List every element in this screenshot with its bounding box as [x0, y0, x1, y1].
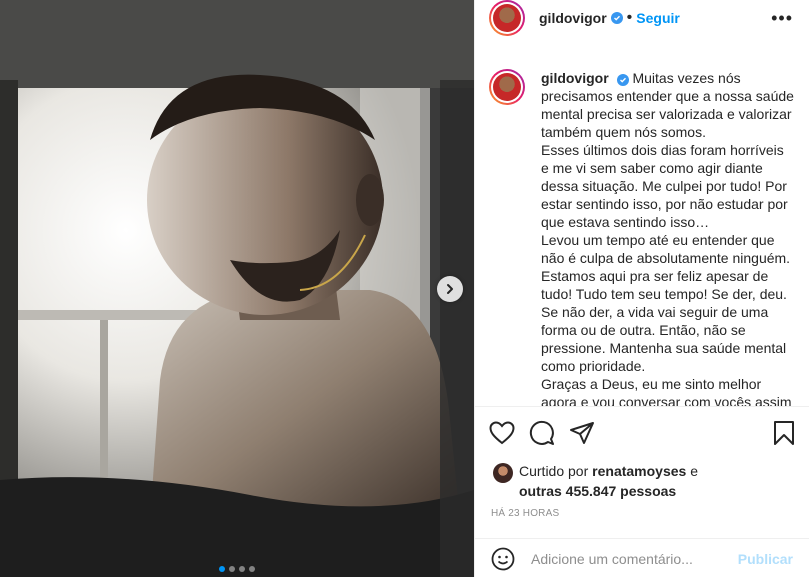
likes-prefix: Curtido por — [519, 463, 589, 479]
comment-input[interactable] — [529, 549, 738, 568]
comment-button[interactable] — [529, 420, 555, 446]
bookmark-icon — [774, 421, 794, 445]
author-avatar[interactable] — [489, 0, 525, 36]
caption-body: Muitas vezes nós precisamos entender que… — [541, 70, 794, 407]
post-timestamp[interactable]: HÁ 23 HORAS — [491, 508, 559, 519]
heart-icon — [489, 421, 515, 445]
like-button[interactable] — [489, 421, 515, 445]
likes-count-link[interactable]: outras 455.847 pessoas — [519, 483, 676, 499]
header-user-block: gildovigor • Seguir — [539, 9, 680, 27]
follow-button[interactable]: Seguir — [636, 10, 680, 26]
avatar-frame — [491, 2, 523, 34]
comment-bar: Publicar — [475, 538, 809, 578]
header-separator: • — [626, 9, 633, 26]
chevron-right-icon — [447, 284, 453, 294]
post-photo[interactable] — [0, 0, 474, 577]
carousel-dot-active — [219, 566, 225, 572]
caption-section: gildovigor Muitas vezes nós precisamos e… — [475, 55, 809, 407]
carousel-next-button[interactable] — [437, 276, 463, 302]
emoji-icon — [491, 547, 515, 570]
post-actions — [489, 418, 795, 448]
avatar-frame — [491, 71, 523, 103]
share-icon — [570, 422, 594, 444]
caption-username[interactable]: gildovigor — [541, 70, 609, 86]
carousel-indicator — [0, 566, 474, 572]
liker-username[interactable]: renatamoyses — [592, 463, 686, 479]
post-header: gildovigor • Seguir ••• — [475, 0, 809, 36]
author-username[interactable]: gildovigor — [539, 10, 607, 26]
caption-author-avatar[interactable] — [489, 69, 525, 105]
more-options-icon[interactable]: ••• — [771, 8, 793, 29]
emoji-button[interactable] — [491, 547, 515, 571]
likes-text: Curtido por renatamoyses e outras 455.84… — [519, 461, 698, 501]
carousel-dot — [229, 566, 235, 572]
likes-summary: Curtido por renatamoyses e outras 455.84… — [493, 461, 795, 501]
carousel-dot — [239, 566, 245, 572]
post-side-panel: gildovigor • Seguir ••• gildovigor Muita… — [474, 0, 809, 577]
save-button[interactable] — [773, 420, 795, 446]
publish-button[interactable]: Publicar — [738, 551, 793, 567]
post-caption: gildovigor Muitas vezes nós precisamos e… — [541, 69, 795, 407]
comment-icon — [529, 420, 554, 445]
avatar-image — [493, 73, 521, 101]
verified-icon — [616, 74, 629, 86]
photo-illustration — [0, 0, 474, 577]
avatar-image — [493, 4, 521, 32]
liker-avatar[interactable] — [493, 463, 513, 483]
verified-icon — [610, 12, 623, 24]
share-button[interactable] — [569, 421, 595, 445]
carousel-dot — [249, 566, 255, 572]
likes-connector: e — [690, 463, 699, 479]
